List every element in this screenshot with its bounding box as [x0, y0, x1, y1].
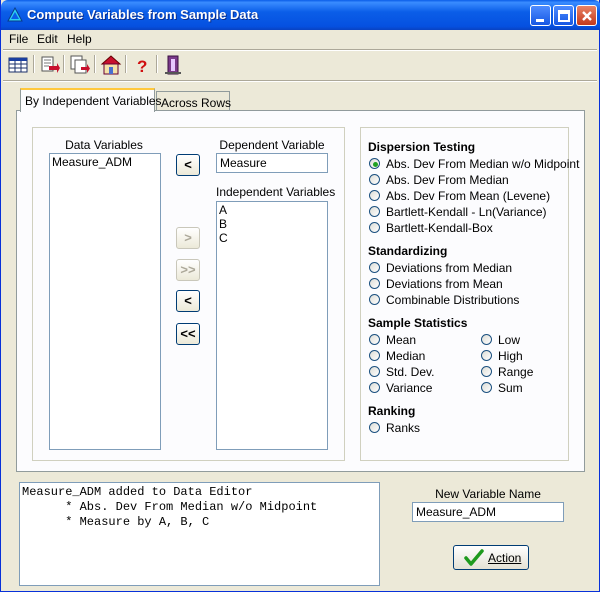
maximize-button[interactable]	[553, 5, 574, 26]
toolbar-separator	[33, 55, 35, 73]
maximize-icon	[558, 10, 570, 22]
dependent-variable-field[interactable]: Measure	[216, 153, 328, 173]
menu-help[interactable]: Help	[67, 32, 92, 46]
data-variables-label: Data Variables	[65, 138, 143, 152]
toolbar-separator	[125, 55, 127, 73]
move-right-button[interactable]: >	[176, 227, 200, 249]
radio-stat-variance[interactable]: Variance	[369, 381, 469, 395]
minimize-button[interactable]	[530, 5, 551, 26]
list-item[interactable]: B	[219, 217, 325, 231]
dependent-variable-label: Dependent Variable	[219, 138, 325, 152]
close-button[interactable]	[576, 5, 597, 26]
radio-dispersion-0[interactable]: Abs. Dev From Median w/o Midpoint	[369, 157, 579, 171]
toolbar-separator	[94, 55, 96, 73]
radio-stat-sum[interactable]: Sum	[481, 381, 561, 395]
move-all-left-button[interactable]: <<	[176, 323, 200, 345]
radio-dispersion-1[interactable]: Abs. Dev From Median	[369, 173, 564, 187]
window-title: Compute Variables from Sample Data	[27, 7, 259, 22]
tab-by-independent-variables[interactable]: By Independent Variables	[20, 88, 162, 112]
radio-standardizing-0[interactable]: Deviations from Median	[369, 261, 564, 275]
radio-stat-low[interactable]: Low	[481, 333, 561, 347]
tab-panel: Data Variables Measure_ADM < > >> < << D…	[16, 110, 585, 472]
toolbar-separator	[63, 55, 65, 73]
variables-group: Data Variables Measure_ADM < > >> < << D…	[32, 127, 345, 461]
menu-file[interactable]: File	[9, 32, 28, 46]
radio-stat-mean[interactable]: Mean	[369, 333, 469, 347]
copy-export-icon[interactable]	[69, 54, 91, 76]
spreadsheet-icon[interactable]	[7, 54, 29, 76]
dispersion-testing-heading: Dispersion Testing	[368, 140, 476, 154]
independent-variables-list[interactable]: A B C	[216, 201, 328, 450]
standardizing-heading: Standardizing	[368, 244, 448, 258]
radio-stat-range[interactable]: Range	[481, 365, 561, 379]
data-variables-list[interactable]: Measure_ADM	[49, 153, 161, 450]
radio-stat-std-dev[interactable]: Std. Dev.	[369, 365, 469, 379]
toolbar-separator	[156, 55, 158, 73]
new-variable-name-label: New Variable Name	[435, 487, 541, 501]
list-item[interactable]: C	[219, 231, 325, 245]
output-log[interactable]: Measure_ADM added to Data Editor * Abs. …	[19, 482, 380, 586]
move-all-right-button[interactable]: >>	[176, 259, 200, 281]
action-button[interactable]: Action	[453, 545, 529, 570]
toolbar: ?	[1, 51, 599, 79]
help-icon[interactable]: ?	[131, 54, 153, 76]
radio-dispersion-3[interactable]: Bartlett-Kendall - Ln(Variance)	[369, 205, 564, 219]
independent-variables-label: Independent Variables	[216, 185, 336, 199]
home-icon[interactable]	[100, 54, 122, 76]
radio-selected-indicator	[369, 158, 380, 169]
sample-statistics-heading: Sample Statistics	[368, 316, 468, 330]
exit-icon[interactable]	[162, 54, 184, 76]
move-left-button[interactable]: <	[176, 290, 200, 312]
radio-dispersion-2[interactable]: Abs. Dev From Mean (Levene)	[369, 189, 564, 203]
toolbar-separator-line	[3, 80, 597, 82]
main-window: Compute Variables from Sample Data File …	[0, 0, 600, 592]
svg-text:?: ?	[137, 57, 147, 76]
ranking-heading: Ranking	[368, 404, 416, 418]
list-item[interactable]: A	[219, 203, 325, 217]
radio-standardizing-2[interactable]: Combinable Distributions	[369, 293, 564, 307]
menu-bar: File Edit Help	[1, 30, 599, 48]
action-button-label: Action	[488, 551, 522, 565]
move-to-dependent-button[interactable]: <	[176, 154, 200, 176]
app-logo-icon	[7, 7, 23, 22]
radio-standardizing-1[interactable]: Deviations from Mean	[369, 277, 564, 291]
close-icon	[582, 11, 592, 21]
new-variable-name-field[interactable]: Measure_ADM	[412, 502, 564, 522]
checkmark-icon	[464, 549, 484, 566]
list-item[interactable]: Measure_ADM	[52, 155, 158, 169]
radio-stat-median[interactable]: Median	[369, 349, 469, 363]
minimize-icon	[536, 19, 544, 22]
title-bar[interactable]: Compute Variables from Sample Data	[1, 0, 600, 30]
menu-edit[interactable]: Edit	[37, 32, 58, 46]
radio-dispersion-4[interactable]: Bartlett-Kendall-Box	[369, 221, 564, 235]
export-icon[interactable]	[39, 54, 61, 76]
radio-stat-high[interactable]: High	[481, 349, 561, 363]
options-group: Dispersion Testing Abs. Dev From Median …	[360, 127, 579, 461]
radio-ranks[interactable]: Ranks	[369, 421, 469, 435]
